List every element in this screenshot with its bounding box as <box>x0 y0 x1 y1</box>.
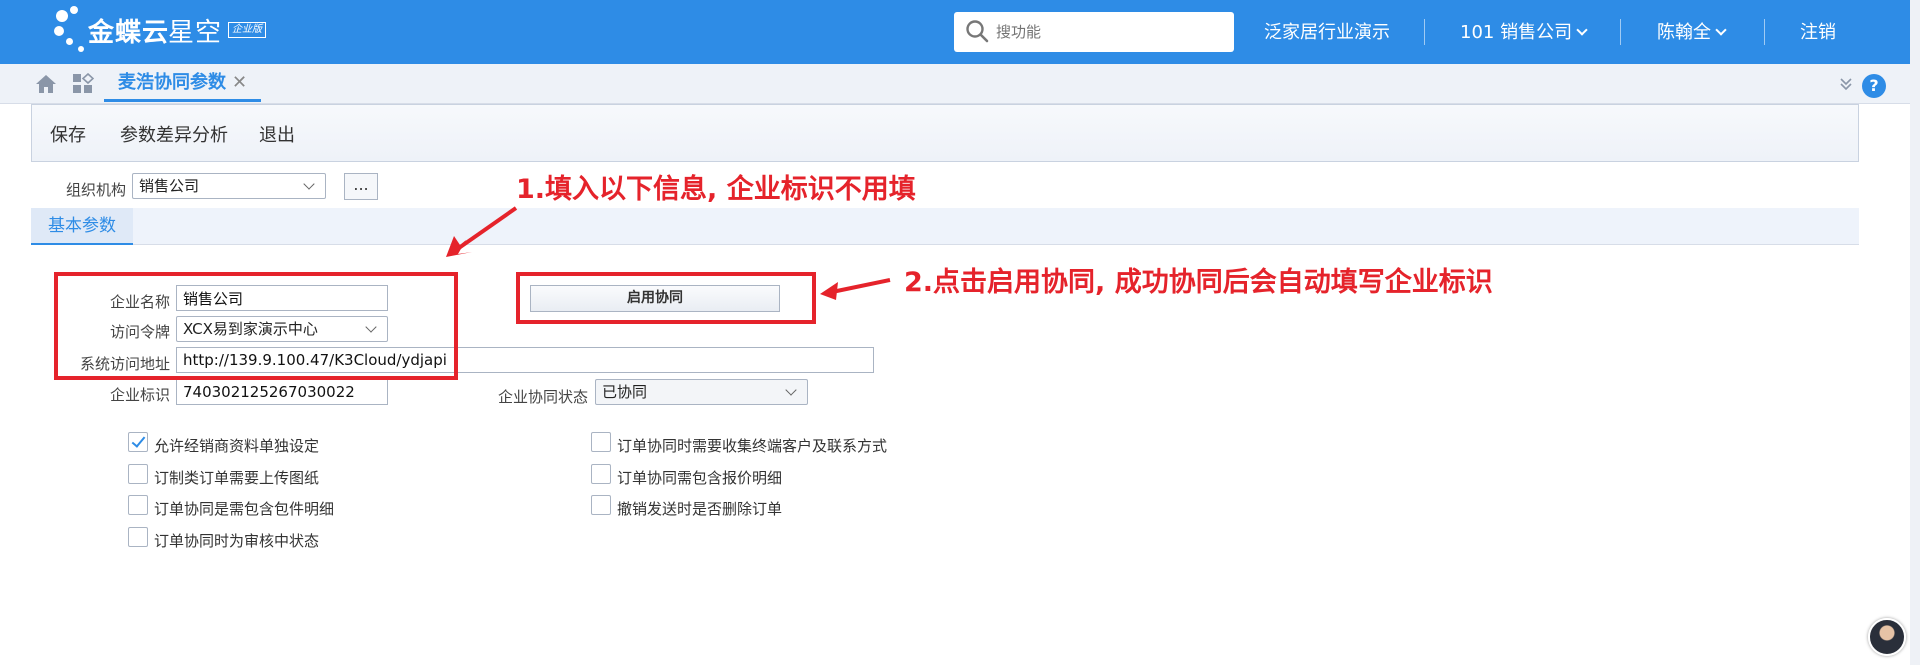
tab-strip <box>0 64 1910 104</box>
option-checkbox-3[interactable] <box>128 527 148 547</box>
tab-cooperation-params[interactable]: 麦浩协同参数 ✕ <box>104 66 262 102</box>
option-label-4: 订单协同时需要收集终端客户及联系方式 <box>617 437 888 455</box>
close-icon[interactable]: ✕ <box>232 72 247 93</box>
annotation-box-button <box>516 272 816 324</box>
status-label: 企业协同状态 <box>498 388 589 406</box>
org-more-button[interactable]: ... <box>344 173 378 200</box>
user-menu-label: 陈翰全 <box>1657 22 1711 43</box>
logout-link[interactable]: 注销 <box>1800 18 1836 44</box>
tab-basic-params[interactable]: 基本参数 <box>31 208 133 245</box>
header-divider <box>1764 19 1765 45</box>
chevron-down-icon <box>303 178 315 190</box>
home-icon[interactable] <box>34 72 58 96</box>
search-input[interactable] <box>996 12 1232 52</box>
exit-button[interactable]: 退出 <box>259 121 295 147</box>
enterprise-id-label: 企业标识 <box>110 386 171 404</box>
status-select[interactable]: 已协同 <box>595 379 808 405</box>
param-diff-button[interactable]: 参数差异分析 <box>120 121 228 147</box>
industry-link[interactable]: 泛家居行业演示 <box>1264 18 1390 44</box>
tab-label: 麦浩协同参数 <box>118 72 226 93</box>
annotation-arrow-icon <box>820 278 891 300</box>
option-label-0: 允许经销商资料单独设定 <box>154 437 320 455</box>
logo-text: 金蝶云 <box>88 18 170 48</box>
header-divider <box>1620 19 1621 45</box>
company-switcher-label: 101 销售公司 <box>1460 22 1573 43</box>
option-label-2: 订单协同是需包含包件明细 <box>154 500 335 518</box>
header-divider <box>1424 19 1425 45</box>
option-checkbox-5[interactable] <box>591 464 611 484</box>
save-button[interactable]: 保存 <box>50 121 86 147</box>
user-menu[interactable]: 陈翰全 <box>1657 18 1727 44</box>
option-checkbox-6[interactable] <box>591 495 611 515</box>
annotation-arrow-icon <box>446 206 518 257</box>
org-select[interactable]: 销售公司 <box>132 173 326 199</box>
chevron-down-icon <box>1576 24 1588 36</box>
chevron-down-icon <box>1715 24 1727 36</box>
option-checkbox-4[interactable] <box>591 432 611 452</box>
annotation-step2: 2.点击启用协同, 成功协同后会自动填写企业标识 <box>904 267 1493 298</box>
option-label-1: 订制类订单需要上传图纸 <box>154 469 320 487</box>
option-label-3: 订单协同时为审核中状态 <box>154 532 320 550</box>
annotation-box-form <box>54 272 458 380</box>
double-chevron-down-icon[interactable] <box>1838 76 1854 92</box>
assistant-avatar[interactable] <box>1868 618 1906 656</box>
enterprise-id-input[interactable] <box>176 379 388 405</box>
annotation-step1: 1.填入以下信息, 企业标识不用填 <box>516 174 916 205</box>
org-select-value: 销售公司 <box>139 177 200 195</box>
option-label-5: 订单协同需包含报价明细 <box>617 469 783 487</box>
chevron-down-icon <box>785 384 797 396</box>
status-select-value: 已协同 <box>602 383 648 401</box>
option-checkbox-1[interactable] <box>128 464 148 484</box>
company-switcher[interactable]: 101 销售公司 <box>1460 18 1588 44</box>
apps-grid-icon[interactable] <box>72 73 94 95</box>
help-icon[interactable]: ? <box>1862 74 1886 98</box>
option-checkbox-0[interactable] <box>128 432 148 452</box>
logo-edition-badge: 企业版 <box>228 22 266 38</box>
subtab-label: 基本参数 <box>48 216 116 236</box>
subtab-strip <box>31 208 1859 245</box>
option-checkbox-2[interactable] <box>128 495 148 515</box>
toolbar <box>31 104 1859 162</box>
search-icon <box>966 20 989 43</box>
org-label: 组织机构 <box>66 181 127 199</box>
logo-subtext: 星空 <box>168 18 223 48</box>
right-scrollbar-track[interactable] <box>1910 0 1920 665</box>
option-label-6: 撤销发送时是否删除订单 <box>617 500 783 518</box>
